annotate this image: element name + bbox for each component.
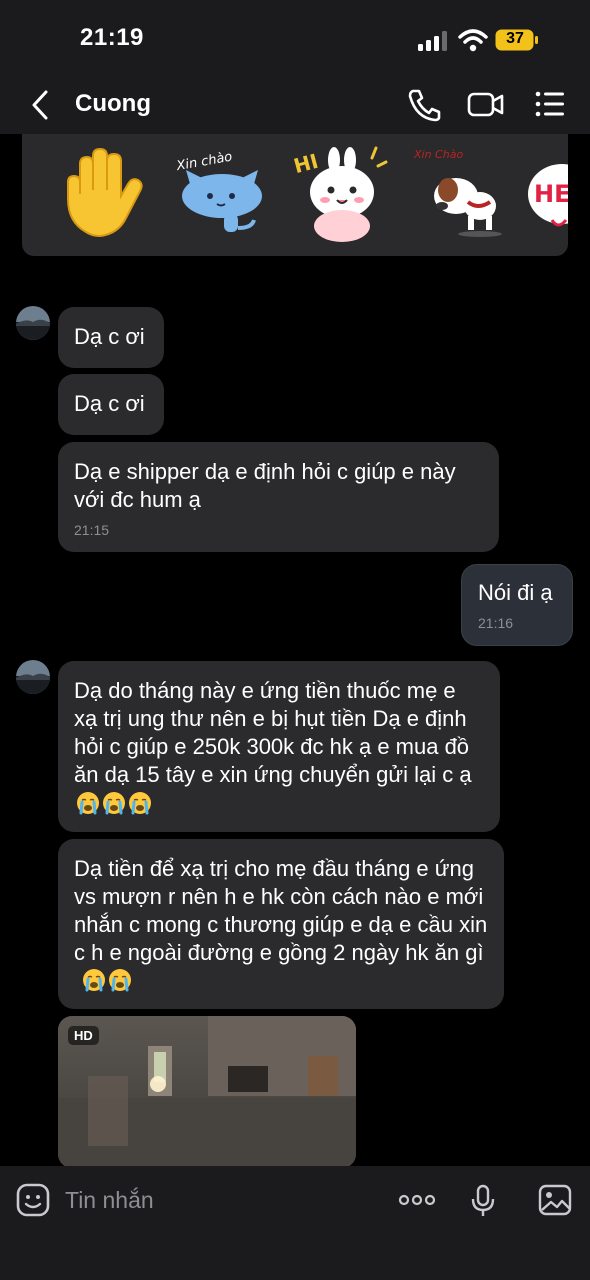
crying-face-icon (129, 792, 151, 815)
video-camera-icon[interactable] (466, 86, 506, 122)
message-bubble-incoming[interactable]: Dạ tiền để xạ trị cho mẹ đầu tháng e ứng… (58, 839, 504, 1009)
message-text: Dạ c ơi (74, 324, 145, 349)
message-bubble-incoming[interactable]: Dạ c ơi (58, 374, 164, 435)
message-input[interactable]: Tin nhắn (65, 1187, 154, 1214)
image-icon[interactable] (538, 1184, 572, 1216)
crying-face-icon (109, 969, 132, 992)
message-text: Dạ do tháng này e ứng tiền thuốc mẹ e xạ… (74, 678, 472, 787)
crying-face-icon (103, 792, 125, 815)
hello-sticker[interactable]: HE (522, 144, 568, 244)
status-time: 21:19 (80, 24, 144, 51)
video-message[interactable]: HD (58, 1016, 356, 1168)
message-bubble-incoming[interactable]: Dạ do tháng này e ứng tiền thuốc mẹ e xạ… (58, 661, 500, 832)
composer-bar (0, 1166, 590, 1280)
message-text: Dạ e shipper dạ e định hỏi c giúp e này … (74, 459, 456, 512)
sticker-text: Xin chào (175, 150, 234, 175)
bunny-sticker[interactable]: HI (288, 144, 388, 244)
message-text: Nói đi ạ (478, 580, 553, 605)
message-bubble-incoming[interactable]: Dạ c ơi (58, 307, 164, 368)
battery-icon: 37 (495, 29, 539, 51)
contact-name[interactable]: Cuong (75, 90, 151, 118)
message-text: Dạ c ơi (74, 391, 145, 416)
message-timestamp: 21:15 (74, 522, 110, 538)
top-bar: 21:19 37 Cuong (0, 0, 590, 134)
microphone-icon[interactable] (470, 1184, 496, 1218)
sticker-face-icon[interactable] (16, 1183, 50, 1217)
contact-avatar[interactable] (16, 306, 50, 340)
sticker-text: HI (291, 149, 321, 178)
message-bubble-outgoing[interactable]: Nói đi ạ 21:16 (461, 564, 573, 646)
contact-avatar[interactable] (16, 660, 50, 694)
more-dots-icon[interactable] (398, 1192, 436, 1208)
svg-text:HE: HE (534, 180, 568, 208)
video-thumbnail (58, 1016, 356, 1168)
crying-face-icon (83, 969, 106, 992)
sticker-suggestions: Xin chào HI Xin Chào HE (22, 134, 568, 256)
wifi-icon (458, 29, 488, 52)
sticker-text: Xin Chào (413, 148, 463, 161)
phone-icon[interactable] (404, 86, 444, 122)
signal-icon (418, 31, 447, 51)
message-timestamp: 21:16 (478, 615, 514, 631)
crying-face-icon (77, 792, 99, 815)
list-menu-icon[interactable] (530, 86, 570, 122)
waving-hand-sticker[interactable] (56, 144, 156, 244)
message-text: Dạ tiền để xạ trị cho mẹ đầu tháng e ứng… (74, 856, 488, 965)
battery-level: 37 (506, 30, 524, 47)
dog-sticker[interactable]: Xin Chào (406, 144, 506, 244)
blue-cat-sticker[interactable]: Xin chào (172, 144, 272, 244)
back-chevron-icon[interactable] (28, 88, 54, 122)
hd-badge: HD (68, 1026, 99, 1045)
message-bubble-incoming[interactable]: Dạ e shipper dạ e định hỏi c giúp e này … (58, 442, 499, 552)
